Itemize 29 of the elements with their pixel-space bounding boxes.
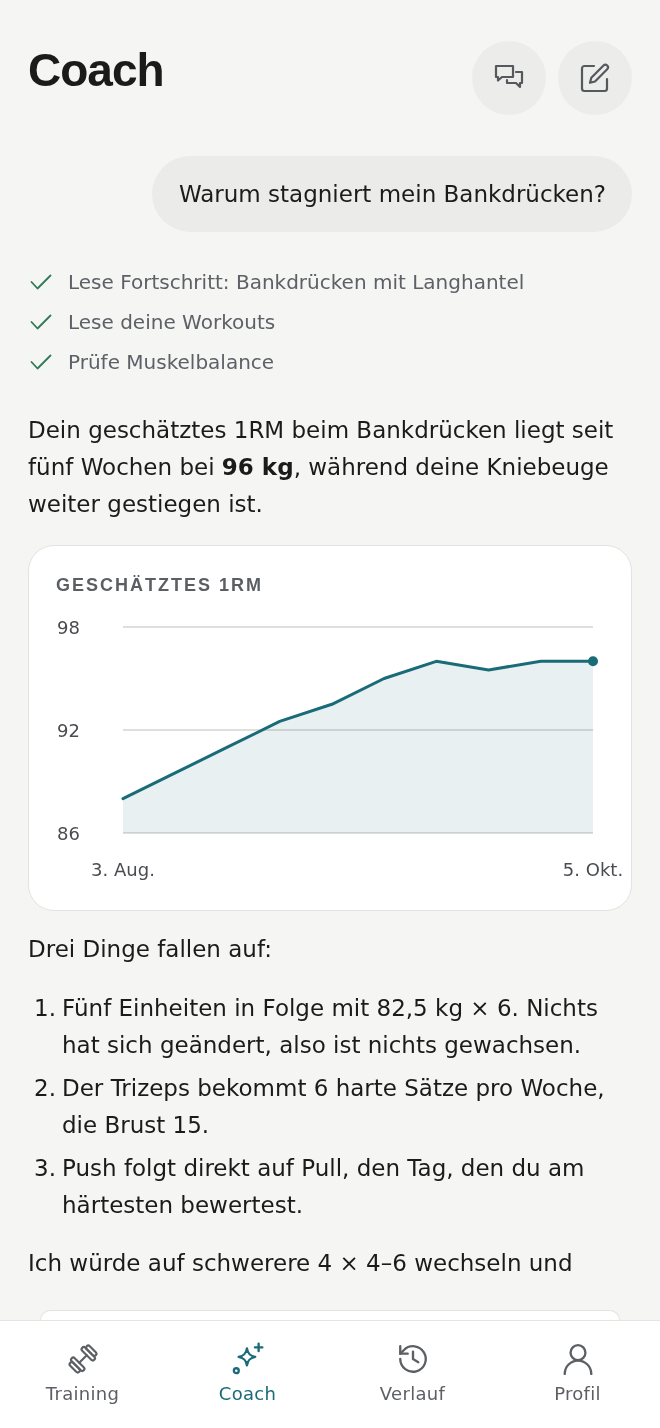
chart-title: GESCHÄTZTES 1RM [56,574,263,596]
edit-icon [580,63,610,93]
user-message: Warum stagniert mein Bankdrücken? [151,156,632,232]
sparkle-icon [230,1342,265,1376]
nav-tab[interactable]: Coach [165,1321,330,1428]
answer-text: Drei Dinge fallen auf: [27,935,273,964]
answer-text: Dein geschätztes 1RM beim Bankdrücken liegt seit fünf Wochen bei 96 kg, während deine Kniebeuge weiter gestiegen ist. [27,416,615,519]
list-item-text: Fünf Einheiten in Folge mit 82,5 kg × 6. Nichts hat sich geändert, also ist nichts gewachsen. [62,994,599,1060]
list-item-text: Der Trizeps bekommt 6 harte Sätze pro Woche, die Brust 15. [62,1074,606,1140]
axis-label: 3. Aug. [91,858,155,880]
nav-tab[interactable]: Profil [495,1321,660,1428]
nav-tab[interactable]: Verlauf [330,1321,495,1428]
page-title: Coach [28,43,164,98]
axis-label: 98 [57,616,80,638]
axis-label: 92 [57,719,80,741]
input-field[interactable] [40,1310,620,1320]
step-text: Lese deine Workouts [68,310,276,334]
axis-label: 86 [57,822,80,844]
list-item-text: Push folgt direkt auf Pull, den Tag, den du am härtesten bewertest. [62,1154,586,1220]
nav-tab[interactable]: Training [0,1321,165,1428]
dumbbell-icon [65,1342,100,1376]
end-point-marker [588,656,598,667]
list-number: 3. [34,1154,57,1183]
answer-text: Ich würde auf schwerere 4 × 4–6 wechseln und [27,1249,574,1278]
step-text: Prüfe Muskelbalance [68,350,275,374]
list-number: 1. [34,994,57,1023]
step-text: Lese Fortschritt: Bankdrücken mit Langhantel [68,270,525,294]
list-number: 2. [34,1074,57,1103]
axis-label: 5. Okt. [562,858,624,880]
